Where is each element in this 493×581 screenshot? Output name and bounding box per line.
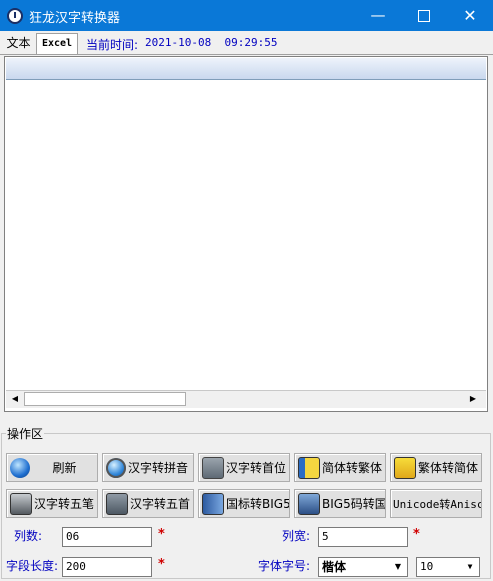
big5-to-gb-button[interactable]: BIG5码转国标 bbox=[294, 489, 386, 518]
book-icon bbox=[298, 456, 320, 479]
to-wubi-initials-label: 汉字转五首 bbox=[130, 497, 191, 511]
simplified-to-traditional-label: 简体转繁体 bbox=[322, 461, 383, 475]
unicode-to-ansi-label: Unicode转Anisc bbox=[393, 497, 482, 511]
chevron-down-icon: ▼ bbox=[467, 562, 473, 571]
book-icon bbox=[202, 492, 224, 515]
font-size-value: 10 bbox=[420, 560, 434, 573]
book-icon bbox=[298, 492, 320, 515]
app-clock-icon bbox=[7, 8, 23, 24]
to-pinyin-label: 汉字转拼音 bbox=[128, 461, 189, 475]
globe-icon bbox=[106, 457, 126, 478]
to-wubi-button[interactable]: 汉字转五笔 bbox=[6, 489, 98, 518]
operations-group-label: 操作区 bbox=[6, 425, 45, 442]
data-grid[interactable] bbox=[4, 56, 488, 412]
to-initials-button[interactable]: 汉字转首位 bbox=[198, 453, 290, 482]
column-count-input[interactable]: 06 bbox=[62, 527, 152, 547]
window-title: 狂龙汉字转换器 bbox=[29, 11, 121, 26]
required-mark: * bbox=[158, 557, 165, 572]
grid-column-header bbox=[6, 58, 486, 80]
field-length-input[interactable]: 200 bbox=[62, 557, 152, 577]
maximize-button[interactable] bbox=[401, 0, 447, 31]
tab-text[interactable]: 文本 bbox=[2, 33, 35, 54]
font-size-label: 字体字号: bbox=[258, 559, 311, 573]
traditional-to-simplified-label: 繁体转简体 bbox=[418, 461, 479, 475]
close-button[interactable]: ✕ bbox=[447, 0, 493, 31]
to-wubi-initials-button[interactable]: 汉字转五首 bbox=[102, 489, 194, 518]
scrollbar-thumb[interactable] bbox=[24, 392, 186, 406]
text-icon bbox=[106, 492, 128, 515]
simplified-to-traditional-button[interactable]: 简体转繁体 bbox=[294, 453, 386, 482]
to-pinyin-button[interactable]: 汉字转拼音 bbox=[102, 453, 194, 482]
traditional-to-simplified-button[interactable]: 繁体转简体 bbox=[390, 453, 482, 482]
column-count-label: 列数: bbox=[14, 529, 43, 543]
refresh-button-label: 刷新 bbox=[52, 461, 77, 475]
chevron-down-icon: ▼ bbox=[394, 562, 402, 571]
gb-to-big5-button[interactable]: 国标转BIG5 bbox=[198, 489, 290, 518]
globe-icon bbox=[10, 457, 30, 478]
required-mark: * bbox=[413, 527, 420, 542]
book-icon bbox=[394, 456, 416, 479]
font-family-value: 楷体 bbox=[322, 560, 347, 574]
keyboard-icon bbox=[10, 492, 32, 515]
font-size-select[interactable]: 10 ▼ bbox=[416, 557, 480, 577]
scroll-left-arrow-icon[interactable]: ◀ bbox=[6, 390, 24, 408]
column-width-label: 列宽: bbox=[282, 529, 311, 543]
big5-to-gb-label: BIG5码转国标 bbox=[322, 497, 386, 511]
text-icon bbox=[202, 456, 224, 479]
required-mark: * bbox=[158, 527, 165, 542]
tab-excel[interactable]: Excel bbox=[36, 33, 78, 54]
unicode-to-ansi-button[interactable]: Unicode转Anisc bbox=[390, 489, 482, 518]
scroll-right-arrow-icon[interactable]: ▶ bbox=[464, 390, 482, 408]
field-length-label: 字段长度: bbox=[6, 559, 59, 573]
to-initials-label: 汉字转首位 bbox=[226, 461, 287, 475]
maximize-icon bbox=[418, 9, 430, 22]
gb-to-big5-label: 国标转BIG5 bbox=[226, 497, 290, 511]
to-wubi-label: 汉字转五笔 bbox=[34, 497, 95, 511]
current-time-value: 2021-10-08 09:29:55 bbox=[145, 36, 278, 49]
refresh-button[interactable]: 刷新 bbox=[6, 453, 98, 482]
font-family-select[interactable]: 楷体 ▼ bbox=[318, 557, 408, 577]
minimize-button[interactable]: — bbox=[355, 0, 401, 31]
current-time-label: 当前时间: bbox=[86, 38, 139, 52]
column-width-input[interactable]: 5 bbox=[318, 527, 408, 547]
